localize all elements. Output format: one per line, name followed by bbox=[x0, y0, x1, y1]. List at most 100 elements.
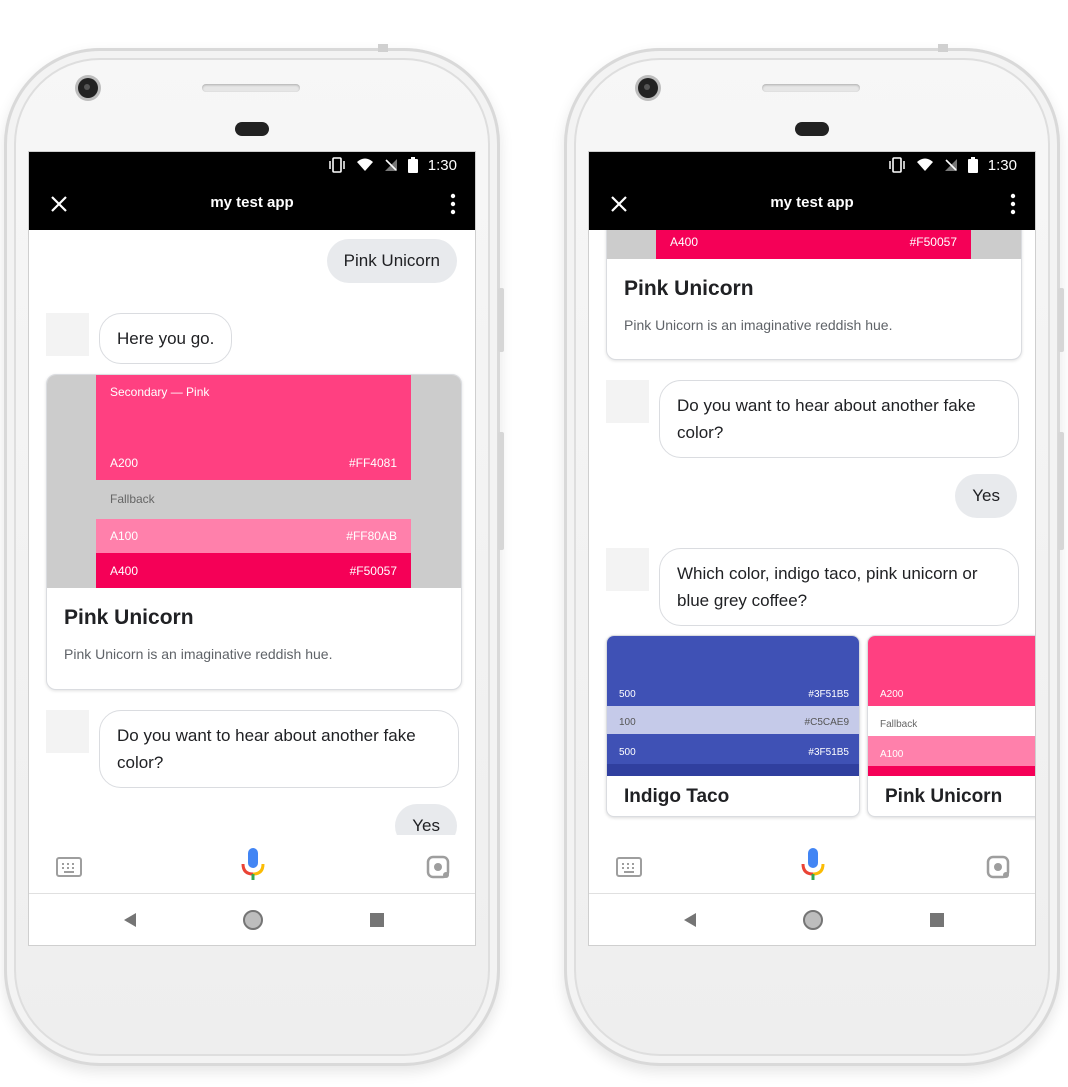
back-icon[interactable] bbox=[122, 912, 138, 928]
color-card[interactable]: Secondary — Pink A200 #FF4081 Fallback A… bbox=[46, 374, 462, 690]
fallback-area: Fallback bbox=[868, 706, 1035, 736]
no-signal-icon bbox=[944, 158, 958, 172]
status-time: 1:30 bbox=[987, 156, 1017, 174]
carousel-card[interactable]: 500 #3F51B5 100 #C5CAE9 500 #3F51B5 Indi… bbox=[606, 635, 860, 817]
assistant-avatar bbox=[46, 313, 89, 356]
front-camera bbox=[638, 78, 658, 98]
earpiece-speaker bbox=[762, 84, 860, 92]
assistant-message: Do you want to hear about another fake c… bbox=[659, 380, 1019, 458]
nav-bar bbox=[29, 894, 475, 945]
swatch-a400 bbox=[868, 766, 1035, 776]
swatch-a400: A400 #F50057 bbox=[656, 230, 971, 259]
carousel-card-title: Indigo Taco bbox=[624, 786, 730, 807]
suggestion-carousel[interactable]: 500 #3F51B5 100 #C5CAE9 500 #3F51B5 Indi… bbox=[589, 635, 1035, 825]
wifi-icon bbox=[916, 158, 934, 172]
swatch-a400: A400 #F50057 bbox=[96, 553, 411, 588]
color-card[interactable]: A400 #F50057 Pink Unicorn Pink Unicorn i… bbox=[606, 230, 1022, 360]
carousel-card[interactable]: A200 Fallback A100 Pink Unicorn bbox=[867, 635, 1035, 817]
conversation[interactable]: A400 #F50057 Pink Unicorn Pink Unicorn i… bbox=[589, 230, 1035, 835]
swatch-label: A200 bbox=[880, 689, 904, 700]
phone-right: 1:30 my test app A400 #F50057 Pink Unico… bbox=[564, 44, 1064, 1066]
phone-left: 1:30 my test app Pink Unicorn Here you g… bbox=[4, 44, 504, 1066]
screen: 1:30 my test app A400 #F50057 Pink Unico… bbox=[588, 151, 1036, 946]
fallback-label: Fallback bbox=[110, 492, 155, 506]
battery-icon bbox=[967, 157, 978, 173]
card-description: Pink Unicorn is an imaginative reddish h… bbox=[624, 317, 893, 333]
no-signal-icon bbox=[384, 158, 398, 172]
user-message: Yes bbox=[395, 804, 457, 835]
more-vert-icon[interactable] bbox=[449, 192, 457, 216]
status-bar: 1:30 bbox=[589, 152, 1035, 178]
lens-icon[interactable] bbox=[426, 855, 450, 879]
keyboard-icon[interactable] bbox=[616, 857, 642, 877]
swatch-100: 100 #C5CAE9 bbox=[607, 706, 859, 734]
swatch-700 bbox=[607, 764, 859, 776]
vibrate-icon bbox=[888, 157, 906, 173]
card-description: Pink Unicorn is an imaginative reddish h… bbox=[64, 646, 333, 662]
swatch-hex: #3F51B5 bbox=[808, 747, 849, 758]
top-notch bbox=[938, 44, 948, 52]
swatch-area: A400 #F50057 bbox=[607, 230, 1021, 259]
earpiece-speaker bbox=[202, 84, 300, 92]
volume-button bbox=[498, 432, 504, 550]
nav-bar bbox=[589, 894, 1035, 945]
battery-icon bbox=[407, 157, 418, 173]
swatch-label: 500 bbox=[619, 747, 636, 758]
card-title: Pink Unicorn bbox=[624, 277, 754, 300]
input-bar bbox=[589, 835, 1035, 894]
more-vert-icon[interactable] bbox=[1009, 192, 1017, 216]
assistant-avatar bbox=[46, 710, 89, 753]
app-title: my test app bbox=[770, 194, 854, 211]
screen: 1:30 my test app Pink Unicorn Here you g… bbox=[28, 151, 476, 946]
swatch-header: Secondary — Pink bbox=[110, 385, 210, 399]
swatch-label: A400 bbox=[670, 235, 699, 249]
mic-icon[interactable] bbox=[800, 847, 826, 881]
swatch-hex: #3F51B5 bbox=[808, 689, 849, 700]
back-icon[interactable] bbox=[682, 912, 698, 928]
lens-icon[interactable] bbox=[986, 855, 1010, 879]
recents-icon[interactable] bbox=[930, 913, 944, 927]
swatch-a100: A100 #FF80AB bbox=[96, 519, 411, 553]
vibrate-icon bbox=[328, 157, 346, 173]
swatch-a200: A200 bbox=[868, 636, 1035, 706]
conversation[interactable]: Pink Unicorn Here you go. Secondary — Pi… bbox=[29, 230, 475, 835]
swatch-hex: #F50057 bbox=[349, 564, 397, 578]
keyboard-icon[interactable] bbox=[56, 857, 82, 877]
user-message: Yes bbox=[955, 474, 1017, 518]
swatch-hex: #FF4081 bbox=[348, 456, 397, 470]
swatch-label: 500 bbox=[619, 689, 636, 700]
home-icon[interactable] bbox=[242, 909, 264, 931]
app-title: my test app bbox=[210, 194, 294, 211]
status-bar: 1:30 bbox=[29, 152, 475, 178]
power-button bbox=[498, 288, 504, 352]
top-notch bbox=[378, 44, 388, 52]
swatch-label: A100 bbox=[880, 749, 904, 760]
swatch-label: A100 bbox=[110, 529, 139, 543]
status-time: 1:30 bbox=[427, 156, 457, 174]
app-bar: my test app bbox=[29, 178, 475, 230]
swatch-hex: #F50057 bbox=[909, 235, 957, 249]
volume-button bbox=[1058, 432, 1064, 550]
assistant-message: Here you go. bbox=[99, 313, 233, 364]
swatch-label: 100 bbox=[619, 717, 636, 728]
swatch-500: 500 #3F51B5 bbox=[607, 734, 859, 764]
swatch-a200: Secondary — Pink A200 #FF4081 bbox=[96, 375, 411, 480]
carousel-card-title: Pink Unicorn bbox=[885, 786, 1003, 807]
proximity-sensor bbox=[795, 122, 829, 136]
input-bar bbox=[29, 835, 475, 894]
wifi-icon bbox=[356, 158, 374, 172]
swatch-label: A400 bbox=[110, 564, 139, 578]
user-message: Pink Unicorn bbox=[326, 239, 457, 283]
app-bar: my test app bbox=[589, 178, 1035, 230]
swatch-hex: #FF80AB bbox=[346, 529, 397, 543]
home-icon[interactable] bbox=[802, 909, 824, 931]
swatch-a100: A100 bbox=[868, 736, 1035, 766]
swatch-500: 500 #3F51B5 bbox=[607, 636, 859, 706]
front-camera bbox=[78, 78, 98, 98]
assistant-message: Do you want to hear about another fake c… bbox=[99, 710, 459, 788]
swatch-area: Secondary — Pink A200 #FF4081 Fallback A… bbox=[47, 375, 461, 588]
recents-icon[interactable] bbox=[370, 913, 384, 927]
proximity-sensor bbox=[235, 122, 269, 136]
assistant-avatar bbox=[606, 380, 649, 423]
mic-icon[interactable] bbox=[240, 847, 266, 881]
